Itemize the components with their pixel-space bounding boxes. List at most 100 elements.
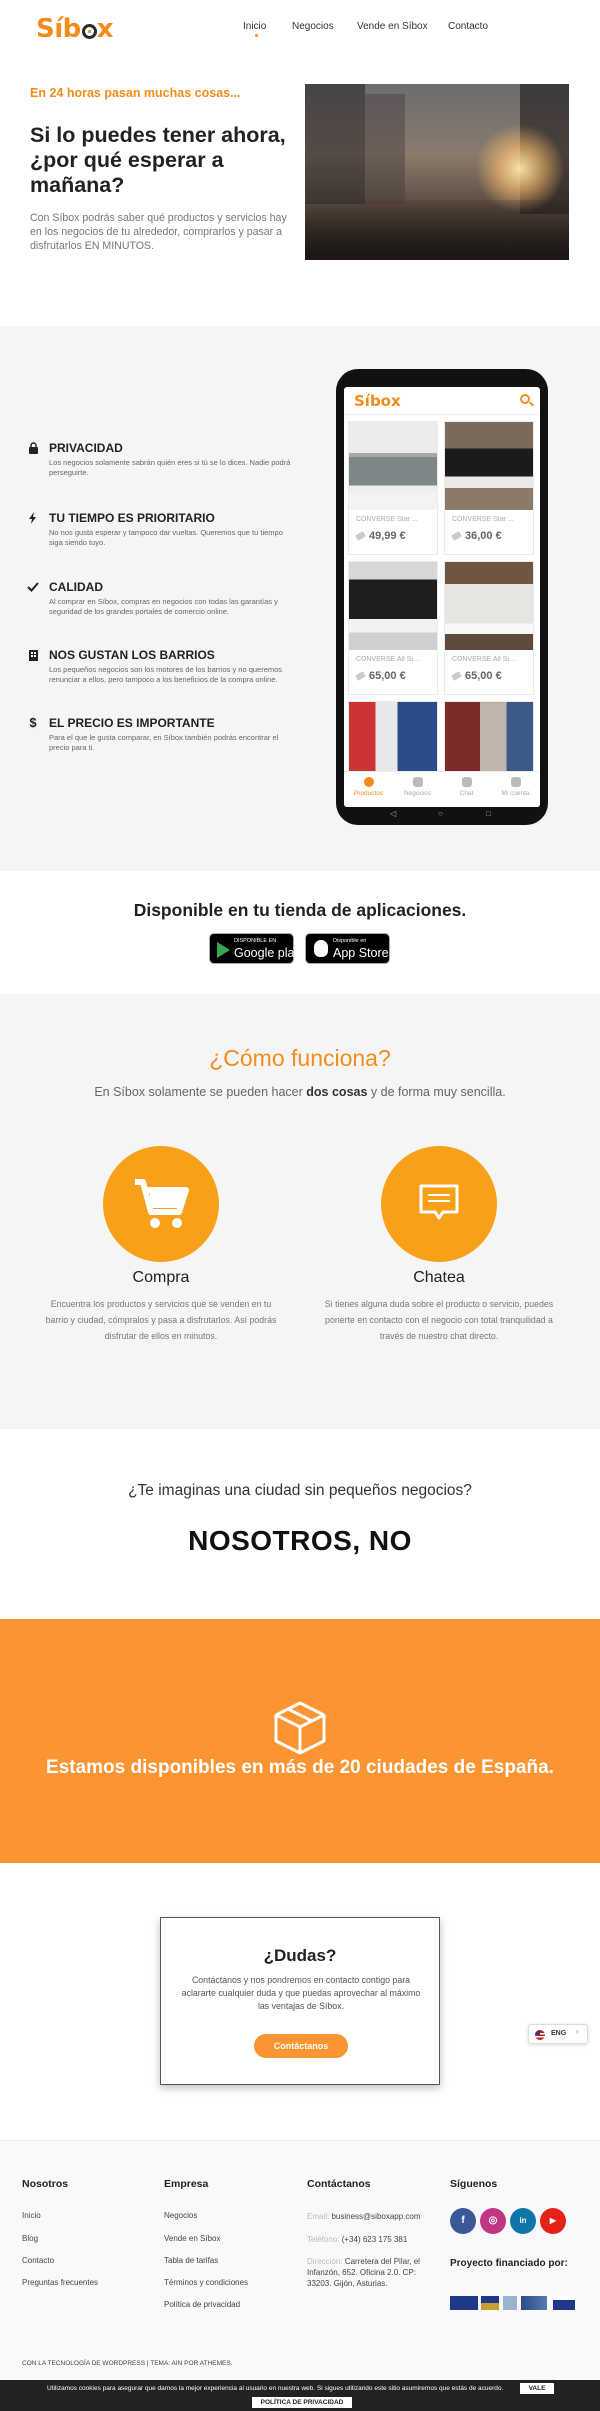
search-icon [520,394,530,404]
feature-title: EL PRECIO ES IMPORTANTE [49,716,215,730]
cookie-accept-button[interactable]: VALE [520,2383,554,2394]
footer-link-blog[interactable]: Blog [22,2234,38,2243]
check-icon [27,581,39,593]
linkedin-icon[interactable]: in [510,2208,536,2234]
product-card: CONVERSE All St... 65,00 € [348,561,438,695]
feature-desc: Los pequeños negocios son los motores de… [49,665,283,684]
footer-phone: Teléfono: (+34) 623 175 381 [307,2235,408,2244]
product-name: CONVERSE All St... [356,656,420,663]
tab-chat[interactable]: Chat [442,777,491,797]
funded-by-label: Proyecto financiado por: [450,2258,568,2269]
language-switcher[interactable]: ENG › [528,2024,588,2044]
footer-link-negocios[interactable]: Negocios [164,2211,197,2220]
app-store-badge[interactable]: Disponible en App Store [305,933,390,964]
product-name: CONVERSE Star ... [356,516,418,523]
product-card [444,701,534,772]
google-play-badge[interactable]: DISPONIBLE EN Google play [209,933,301,964]
product-image [349,422,437,510]
contact-button[interactable]: Contáctanos [254,2034,348,2058]
cities-banner [0,1619,600,1863]
hero-street-image [305,84,569,260]
step-title-compra: Compra [132,1269,190,1286]
footer-link-vende[interactable]: Vende en Síbox [164,2234,221,2243]
instagram-icon[interactable]: ◎ [480,2208,506,2234]
feature-title: NOS GUSTAN LOS BARRIOS [49,648,215,662]
android-nav-bar: ◁ ○ □ [336,809,548,821]
footer-heading-empresa: Empresa [164,2178,209,2190]
hero-kicker: En 24 horas pasan muchas cosas... [30,86,241,100]
footer-link-faq[interactable]: Preguntas frecuentes [22,2278,98,2287]
tab-mi-cuenta[interactable]: Mi cuenta [491,777,540,797]
footer-heading-nosotros: Nosotros [22,2178,69,2190]
site-header: Síb x Inicio Negocios Vende en Síbox Cont… [0,0,600,56]
email-link[interactable]: business@siboxapp.com [331,2212,420,2221]
nav-item-inicio[interactable]: Inicio [243,21,266,32]
app-logo: Síbox [354,392,401,410]
phone-link[interactable]: (+34) 623 175 381 [342,2235,408,2244]
back-icon: ◁ [390,809,397,818]
logo[interactable]: Síb x [36,14,114,44]
footer-email: Email: business@siboxapp.com [307,2212,421,2221]
cookie-text: Utilizamos cookies para asegurar que dam… [47,2385,504,2392]
product-image [349,702,437,772]
footer-link-inicio[interactable]: Inicio [22,2211,41,2220]
logo-text: Síb [36,14,81,44]
footer-address: Dirección: Carretera del Pilar, el Infan… [307,2257,420,2288]
product-card [348,701,438,772]
tab-negocios[interactable]: Negocios [393,777,442,797]
tab-productos[interactable]: Productos [344,777,393,797]
hero-title: Si lo puedes tener ahora, ¿por qué esper… [30,123,286,197]
app-bar: Síbox [344,387,540,415]
nav-item-negocios[interactable]: Negocios [292,21,334,32]
product-price: 36,00 € [451,530,502,542]
privacy-policy-button[interactable]: POLÍTICA DE PRIVACIDAD [252,2397,352,2408]
product-image [349,562,437,650]
nav-item-contacto[interactable]: Contacto [448,21,488,32]
feature-title: TU TIEMPO ES PRIORITARIO [49,511,215,525]
how-subtitle: En Síbox solamente se pueden hacer dos c… [94,1085,506,1099]
productos-icon [363,777,374,787]
product-image [445,422,533,510]
facebook-icon[interactable]: f [450,2208,476,2234]
product-name: CONVERSE Star ... [452,516,514,523]
footer-link-privacidad[interactable]: Política de privacidad [164,2300,240,2309]
footer-heading-contacto: Contáctanos [307,2178,371,2190]
negocios-icon [412,777,423,787]
dudas-title: ¿Dudas? [263,1946,337,1965]
cookie-bar: Utilizamos cookies para asegurar que dam… [0,2380,600,2411]
feature-title: CALIDAD [49,580,103,594]
product-name: CONVERSE All St... [452,656,516,663]
dudas-card: ¿Dudas? Contáctanos y nos pondremos en c… [160,1917,440,2085]
nav-active-indicator [255,34,258,37]
app-tabbar: Productos Negocios Chat Mi cuenta [344,771,540,807]
region-logo [553,2296,575,2310]
box-icon [274,1701,326,1760]
fund-logo [503,2296,517,2310]
chat-bubble-icon [381,1146,497,1262]
feature-desc: No nos gusta esperar y tampoco dar vuelt… [49,528,283,547]
dollar-icon: $ [29,715,37,730]
footer-link-tarifas[interactable]: Tabla de tarifas [164,2256,218,2265]
nav-item-vende[interactable]: Vende en Síbox [357,21,428,32]
product-price: 65,00 € [451,670,502,682]
nosotros-no-heading: NOSOTROS, NO [188,1525,412,1556]
footer-link-contacto[interactable]: Contacto [22,2256,54,2265]
bolt-icon [27,512,39,524]
store-title: Disponible en tu tienda de aplicaciones. [133,900,467,920]
product-card: CONVERSE Star ... 36,00 € [444,421,534,555]
logo-o-icon [81,23,97,39]
step-title-chatea: Chatea [413,1269,465,1286]
price-tag-icon [451,531,462,541]
apple-icon [314,940,328,957]
feature-desc: Para el que le gusta comparar, en Síbox … [49,733,279,752]
app-screen: Síbox CONVERSE Star ... 49,99 € CONVERSE… [344,387,540,807]
feature-desc: Los negocios solamente sabrán quién eres… [49,458,291,477]
product-price: 49,99 € [355,530,406,542]
chat-icon [461,777,472,787]
price-tag-icon [451,671,462,681]
dudas-text: Contáctanos y nos pondremos en contacto … [181,1975,421,2011]
hero-text: Con Síbox podrás saber qué productos y s… [30,212,287,252]
footer-link-terminos[interactable]: Términos y condiciones [164,2278,248,2287]
feature-title: PRIVACIDAD [49,441,123,455]
youtube-icon[interactable]: ▶ [540,2208,566,2234]
